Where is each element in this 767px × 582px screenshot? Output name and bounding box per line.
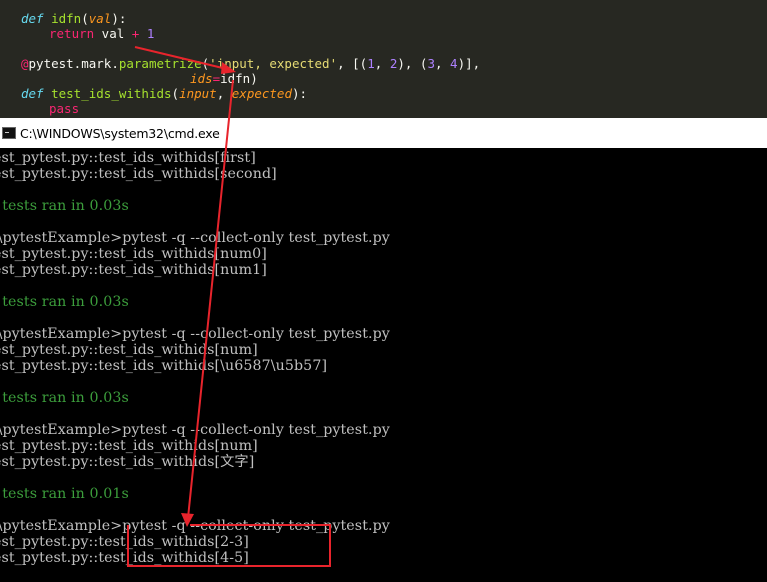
cmd-title-bar[interactable]: C:\WINDOWS\system32\cmd.exe bbox=[0, 118, 767, 148]
console-summary-line: tests ran in 0.03s bbox=[0, 390, 129, 406]
console-line: est_pytest.py::test_ids_withids[2-3] bbox=[0, 534, 249, 550]
code-line-ids-arg: ids=idfn) bbox=[190, 71, 258, 86]
code-line-decorator: @pytest.mark.parametrize('input, expecte… bbox=[21, 56, 481, 71]
code-line-return: return val + 1 bbox=[49, 26, 155, 41]
console-line: est_pytest.py::test_ids_withids[first] bbox=[0, 150, 256, 166]
code-editor[interactable]: ''' def idfn(val): return val + 1 @pytes… bbox=[0, 0, 767, 118]
console-line: \pytestExample>pytest -q --collect-only … bbox=[0, 518, 390, 534]
console-line: est_pytest.py::test_ids_withids[num0] bbox=[0, 246, 267, 262]
cmd-window-icon[interactable] bbox=[2, 127, 16, 139]
scrolled-line-fragment: ''' bbox=[21, 0, 44, 5]
console-line: est_pytest.py::test_ids_withids[num] bbox=[0, 438, 258, 454]
console-line: \pytestExample>pytest -q --collect-only … bbox=[0, 230, 390, 246]
console-line: est_pytest.py::test_ids_withids[文字] bbox=[0, 454, 255, 470]
console-summary-line: tests ran in 0.01s bbox=[0, 486, 129, 502]
console-line: \pytestExample>pytest -q --collect-only … bbox=[0, 326, 390, 342]
console-line: est_pytest.py::test_ids_withids[4-5] bbox=[0, 550, 249, 566]
console-line: \pytestExample>pytest -q --collect-only … bbox=[0, 422, 390, 438]
console-output[interactable]: est_pytest.py::test_ids_withids[first] es… bbox=[0, 148, 767, 582]
console-line: est_pytest.py::test_ids_withids[num] bbox=[0, 342, 258, 358]
console-line: est_pytest.py::test_ids_withids[\u6587\u… bbox=[0, 358, 328, 374]
code-line-def-test: def test_ids_withids(input, expected): bbox=[21, 86, 308, 101]
console-line: est_pytest.py::test_ids_withids[num1] bbox=[0, 262, 267, 278]
code-line-def-idfn: def idfn(val): bbox=[21, 11, 127, 26]
console-summary-line: tests ran in 0.03s bbox=[0, 198, 129, 214]
console-summary-line: tests ran in 0.03s bbox=[0, 294, 129, 310]
code-line-pass: pass bbox=[49, 101, 80, 116]
console-line: est_pytest.py::test_ids_withids[second] bbox=[0, 166, 277, 182]
window-title: C:\WINDOWS\system32\cmd.exe bbox=[20, 125, 220, 141]
